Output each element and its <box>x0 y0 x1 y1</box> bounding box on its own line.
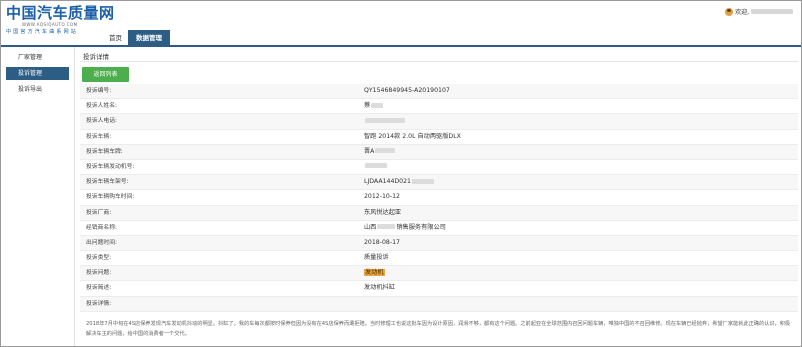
row-value: 发动机 <box>364 266 385 280</box>
main-content: 投诉详情 返回列表 投诉编号: QY1546849945-A20190107 投… <box>80 47 800 346</box>
complaint-detail-text: 2018年7月中旬在4S店保养发现汽车发动机抖动的明显。抖缸了。我的车每次都按时… <box>80 319 798 339</box>
table-row: 经销商名称: 山西 销售服务有限公司 <box>80 221 798 236</box>
complainant-name: 蔡 <box>364 102 371 110</box>
row-value: 2018-08-17 <box>364 238 400 246</box>
row-label: 投诉车辆购车时间: <box>86 194 135 201</box>
redacted-block <box>365 163 387 169</box>
redacted-block <box>371 102 384 108</box>
issue-highlight: 发动机 <box>364 269 385 277</box>
row-label: 投诉人姓名: <box>86 103 117 110</box>
row-value: 2012-10-12 <box>364 193 400 201</box>
table-row: 投诉厂商: 东风悦达起亚 <box>80 205 798 221</box>
row-label: 投诉人电话: <box>86 118 117 125</box>
redacted-block <box>375 148 396 154</box>
logo-subtitle: 中国官方汽车曲系网站 <box>6 29 79 35</box>
user-avatar-icon <box>725 7 734 16</box>
row-label: 投诉问题: <box>86 270 112 277</box>
sidebar-item-complaints[interactable]: 投诉管理 <box>6 67 69 80</box>
row-value: 蔡 <box>364 99 384 113</box>
row-value: 东风悦达起亚 <box>364 208 402 216</box>
row-label: 经销商名称: <box>86 224 117 231</box>
plate-prefix: 晋A <box>364 147 375 155</box>
redacted-block <box>365 117 405 123</box>
table-row: 投诉问题: 发动机 <box>80 266 798 282</box>
page-header: 中国汽车质量网 WWW.AQSIQAUTO.COM 中国官方汽车曲系网站 首页 … <box>1 1 801 46</box>
row-label: 投诉厂商: <box>86 209 112 216</box>
row-label: 出问题时间: <box>86 239 117 246</box>
detail-paragraph: 2018年7月中旬在4S店保养发现汽车发动机抖动的明显。抖缸了。我的车每次都按时… <box>86 319 792 339</box>
nav-tab-home[interactable]: 首页 <box>103 30 128 46</box>
table-row: 出问题时间: 2018-08-17 <box>80 235 798 252</box>
table-row: 投诉车辆发动机号: <box>80 160 798 176</box>
redacted-block <box>377 224 396 230</box>
user-greeting: 欢迎, <box>735 9 749 16</box>
table-row: 投诉类型: 质量投诉 <box>80 251 798 267</box>
redacted-block <box>411 178 434 184</box>
table-row: 投诉车辆购车时间: 2012-10-12 <box>80 190 798 206</box>
row-value: 发动机抖缸 <box>364 284 395 292</box>
vin-prefix: LJDAA144D021 <box>364 178 411 186</box>
detail-table: 投诉编号: QY1546849945-A20190107 投诉人姓名: 蔡 投诉… <box>80 84 798 312</box>
site-logo[interactable]: 中国汽车质量网 WWW.AQSIQAUTO.COM 中国官方汽车曲系网站 <box>6 5 115 36</box>
row-label: 投诉详情: <box>86 300 112 307</box>
table-row: 投诉人电话: <box>80 114 798 130</box>
row-value: 山西 销售服务有限公司 <box>364 221 446 235</box>
table-row: 投诉详情: <box>80 296 798 312</box>
dealer-prefix: 山西 <box>364 223 377 231</box>
sidebar-item-manufacturer[interactable]: 厂家管理 <box>6 51 69 64</box>
table-row: 投诉人姓名: 蔡 <box>80 99 798 115</box>
section-title: 投诉详情 <box>83 53 109 61</box>
logo-title: 中国汽车质量网 <box>6 4 115 22</box>
row-label: 投诉车辆: <box>86 133 112 140</box>
sidebar-item-export[interactable]: 投诉导出 <box>6 83 69 96</box>
nav-tab-data-management[interactable]: 数据管理 <box>128 30 170 46</box>
row-value: 晋A <box>364 145 396 159</box>
row-value: 智跑 2014款 2.0L 自动两驱版DLX <box>364 132 461 140</box>
row-label: 投诉简述: <box>86 285 112 292</box>
table-row: 投诉车辆车架号: LJDAA144D021 <box>80 175 798 191</box>
row-label: 投诉车辆车牌: <box>86 148 123 155</box>
row-label: 投诉车辆发动机号: <box>86 163 135 170</box>
section-divider <box>80 61 798 62</box>
table-row: 投诉车辆车牌: 晋A <box>80 144 798 160</box>
row-value: QY1546849945-A20190107 <box>364 87 450 94</box>
row-value: LJDAA144D021 <box>364 175 435 189</box>
row-value <box>364 114 406 128</box>
row-label: 投诉类型: <box>86 255 112 262</box>
row-label: 投诉车辆车架号: <box>86 179 129 186</box>
dealer-suffix: 销售服务有限公司 <box>396 223 446 231</box>
row-value: 质量投诉 <box>364 254 389 262</box>
table-row: 投诉简述: 发动机抖缸 <box>80 281 798 297</box>
back-to-list-button[interactable]: 返回列表 <box>82 67 129 82</box>
user-name-redacted <box>751 9 793 14</box>
top-nav: 首页 数据管理 <box>103 30 170 46</box>
row-value <box>364 160 388 174</box>
sidebar: 厂家管理 投诉管理 投诉导出 <box>1 47 75 346</box>
user-info[interactable]: 欢迎, <box>725 7 793 16</box>
table-row: 投诉车辆: 智跑 2014款 2.0L 自动两驱版DLX <box>80 130 798 145</box>
row-label: 投诉编号: <box>86 88 112 94</box>
table-row: 投诉编号: QY1546849945-A20190107 <box>80 84 798 100</box>
